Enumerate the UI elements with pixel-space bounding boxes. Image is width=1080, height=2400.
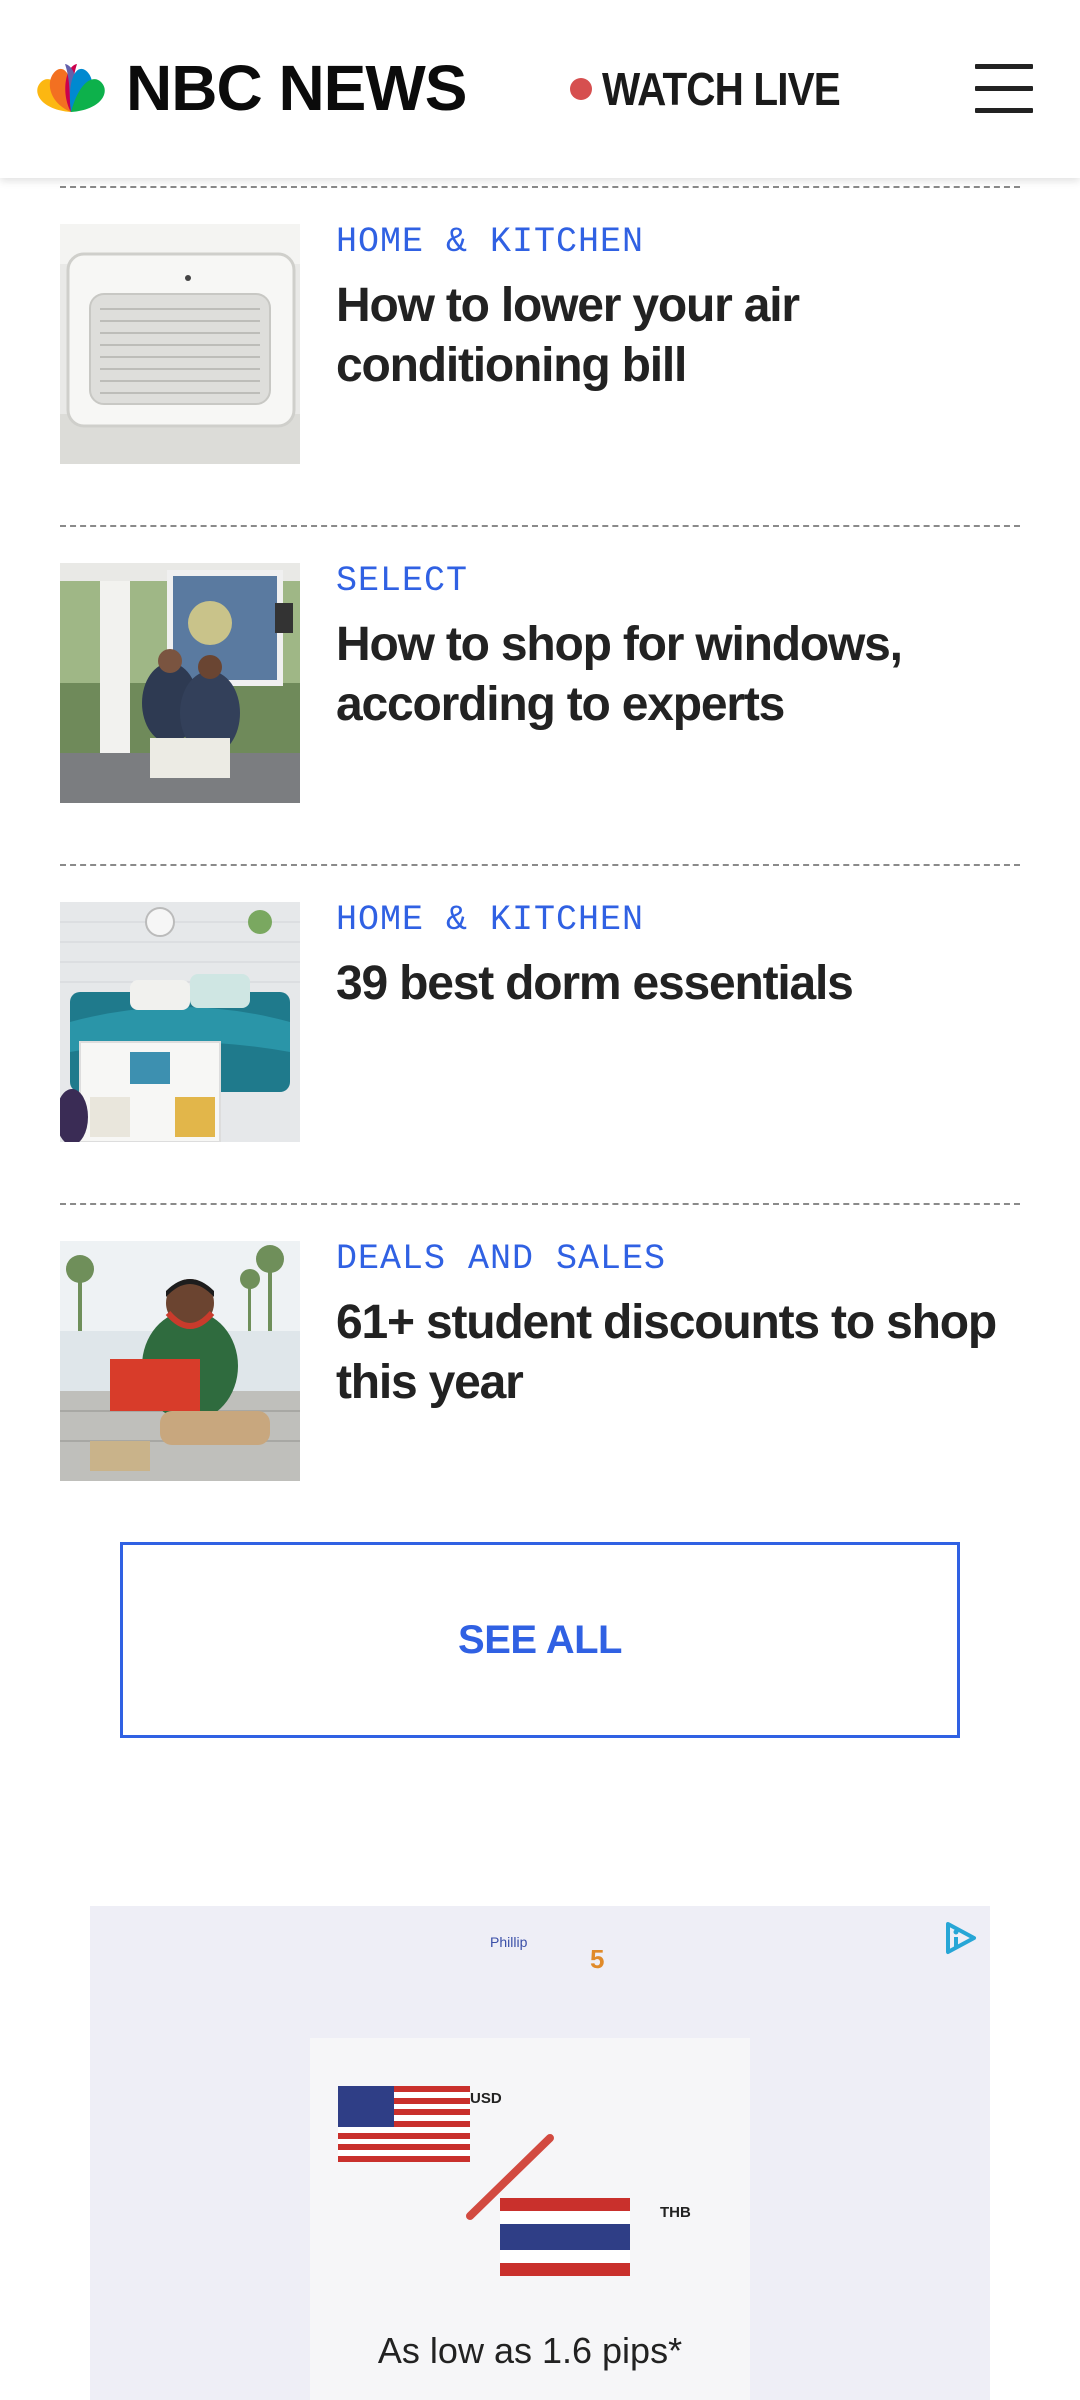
article-category[interactable]: SELECT <box>336 561 468 601</box>
hamburger-menu-icon[interactable] <box>975 62 1033 114</box>
ad-tagline: As low as 1.6 pips* <box>377 2330 683 2371</box>
logo-text: NBC NEWS <box>126 52 467 124</box>
article-card[interactable]: DEALS AND SALES 61+ student discounts to… <box>60 1203 1020 1542</box>
live-dot-icon <box>570 78 592 100</box>
article-card[interactable]: SELECT How to shop for windows, accordin… <box>60 525 1020 864</box>
nbc-news-logo[interactable]: NBC NEWS <box>30 52 467 124</box>
article-thumbnail <box>60 563 300 803</box>
article-list: HOME & KITCHEN How to lower your air con… <box>60 186 1020 1542</box>
student-laptop-image <box>60 1241 300 1481</box>
us-flag-icon <box>338 2086 470 2162</box>
menu-bar <box>975 108 1033 113</box>
ad-thb-label: THB <box>660 2204 691 2221</box>
article-category[interactable]: HOME & KITCHEN <box>336 900 644 940</box>
article-headline[interactable]: 39 best dorm essentials <box>336 954 1020 1014</box>
menu-bar <box>975 64 1033 69</box>
air-conditioner-image <box>60 224 300 464</box>
see-all-button[interactable]: SEE ALL <box>120 1542 960 1738</box>
article-thumbnail <box>60 902 300 1142</box>
menu-bar <box>975 86 1033 91</box>
ad-currency-card: USD THB As low as 1.6 pips* <box>310 2038 750 2400</box>
article-thumbnail <box>60 224 300 464</box>
article-category[interactable]: HOME & KITCHEN <box>336 222 644 262</box>
watch-live-label: WATCH LIVE <box>602 63 841 115</box>
site-header: NBC NEWS WATCH LIVE <box>0 0 1080 178</box>
adchoices-icon[interactable] <box>940 1918 980 1958</box>
advertisement-banner[interactable]: Phillip 5 USD THB As low as 1.6 pips* <box>90 1906 990 2400</box>
ad-usd-label: USD <box>470 2090 502 2107</box>
peacock-icon <box>37 64 105 112</box>
article-thumbnail <box>60 1241 300 1481</box>
watch-live-link[interactable]: WATCH LIVE <box>570 62 872 116</box>
dorm-bed-image <box>60 902 300 1142</box>
article-card[interactable]: HOME & KITCHEN 39 best dorm essentials <box>60 864 1020 1203</box>
article-headline[interactable]: How to shop for windows, according to ex… <box>336 615 1020 735</box>
article-category[interactable]: DEALS AND SALES <box>336 1239 666 1279</box>
see-all-label: SEE ALL <box>458 1617 622 1662</box>
ad-number: 5 <box>590 1944 605 1974</box>
ad-brand-text: Phillip <box>490 1934 528 1950</box>
window-installers-image <box>60 563 300 803</box>
article-card[interactable]: HOME & KITCHEN How to lower your air con… <box>60 186 1020 525</box>
article-headline[interactable]: How to lower your air conditioning bill <box>336 276 1020 396</box>
thai-flag-icon <box>500 2198 630 2276</box>
article-headline[interactable]: 61+ student discounts to shop this year <box>336 1293 1020 1413</box>
